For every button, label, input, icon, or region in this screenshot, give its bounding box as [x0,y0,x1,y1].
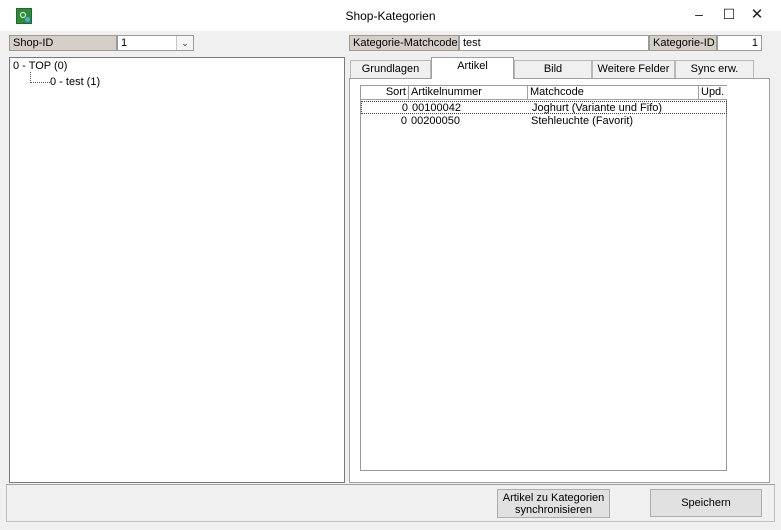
window-title: Shop-Kategorien [345,9,436,23]
shop-id-value: 1 [121,37,128,49]
maximize-button[interactable]: ☐ [714,0,744,31]
table-row[interactable]: 0 00200050 Stehleuchte (Favorit) [361,115,727,128]
save-button[interactable]: Speichern [650,489,762,517]
tree-connector [30,72,50,83]
artikel-grid[interactable]: Sort Artikelnummer Matchcode Upd. 0 0010… [360,85,727,471]
cell-sort: 0 [400,115,407,127]
kategorie-id-input[interactable]: 1 [717,35,762,51]
shop-id-label: Shop-ID [9,35,117,51]
column-header-upd[interactable]: Upd. [699,86,727,100]
cell-matchcode: Stehleuchte (Favorit) [531,115,634,127]
tab-sync-erw[interactable]: Sync erw. [675,60,754,78]
minimize-button[interactable]: – [684,0,714,31]
tab-bild[interactable]: Bild [514,60,592,78]
table-row[interactable]: 0 00100042 Joghurt (Variante und Fifo) [361,101,727,114]
tree-node-test[interactable]: 0 - test (1) [50,76,100,88]
column-header-matchcode[interactable]: Matchcode [528,86,699,100]
tree-node-root[interactable]: 0 - TOP (0) [13,60,67,72]
chevron-down-icon[interactable]: ⌄ [176,36,193,50]
cell-matchcode: Joghurt (Variante und Fifo) [532,102,663,114]
cell-artikelnummer: 00100042 [412,102,461,114]
kategorie-matchcode-label: Kategorie-Matchcode [349,35,459,51]
sync-button-line2: synchronisieren [514,504,593,516]
category-tree[interactable]: 0 - TOP (0) 0 - test (1) [9,57,345,483]
close-button[interactable]: ✕ [742,0,772,31]
cell-artikelnummer: 00200050 [411,115,460,127]
column-header-sort[interactable]: Sort [361,86,409,100]
column-header-artikelnummer[interactable]: Artikelnummer [409,86,528,100]
kategorie-matchcode-input[interactable]: test [459,35,649,51]
tab-artikel[interactable]: Artikel [431,57,514,79]
sync-button-line1: Artikel zu Kategorien [502,492,605,504]
tab-grundlagen[interactable]: Grundlagen [350,60,431,78]
tab-weitere-felder[interactable]: Weitere Felder [592,60,675,78]
cell-sort: 0 [401,102,408,114]
sync-categories-button[interactable]: Artikel zu Kategorien synchronisieren [497,489,610,518]
kategorie-id-label: Kategorie-ID [649,35,717,51]
